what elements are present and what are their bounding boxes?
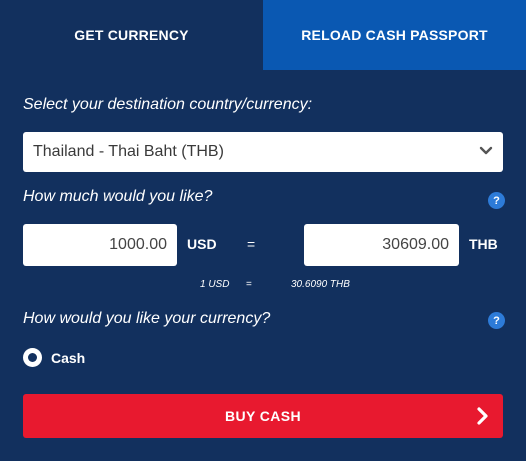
equals-sign: = [247,236,256,252]
tab-get-currency[interactable]: GET CURRENCY [0,0,263,70]
destination-select[interactable]: Thailand - Thai Baht (THB) [23,132,503,172]
help-icon[interactable]: ? [488,192,505,209]
tab-bar: GET CURRENCY RELOAD CASH PASSPORT [0,0,526,70]
to-amount-input[interactable]: 30609.00 [304,224,459,266]
help-icon[interactable]: ? [488,312,505,329]
chevron-right-icon [477,407,488,425]
rate-from: 1 USD [200,279,230,290]
rate-to: 30.6090 THB [291,279,350,290]
from-amount-input[interactable]: 1000.00 [23,224,177,266]
buy-cash-label: BUY CASH [224,408,302,424]
cash-radio[interactable] [23,348,42,367]
destination-selected-value: Thailand - Thai Baht (THB) [33,143,224,160]
amount-label: How much would you like? [23,188,213,205]
cash-option-label[interactable]: Cash [51,350,85,366]
tab-reload-cash-passport[interactable]: RELOAD CASH PASSPORT [263,0,526,70]
chevron-down-icon [479,146,493,155]
to-currency-code: THB [469,236,498,252]
destination-label: Select your destination country/currency… [23,96,313,113]
rate-equals: = [246,279,252,290]
buy-cash-button[interactable]: BUY CASH [23,394,503,438]
from-currency-code: USD [187,236,217,252]
delivery-label: How would you like your currency? [23,310,271,327]
radio-selected-dot [28,353,37,362]
